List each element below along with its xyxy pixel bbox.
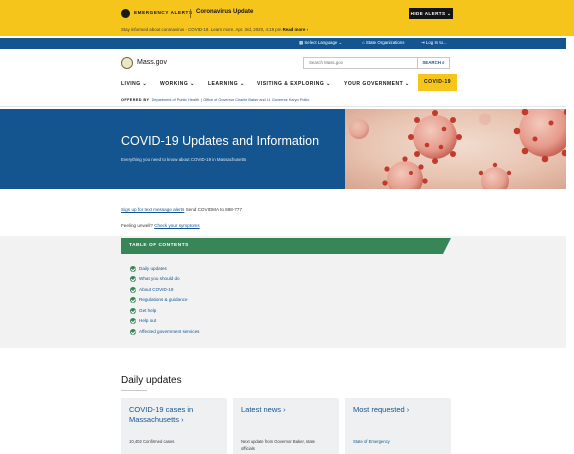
language-select-label: Select Language ⌄ — [304, 40, 343, 45]
toc-item-label: Daily updates — [139, 266, 167, 271]
toc-item-label: What you should do — [139, 276, 180, 281]
login-link[interactable]: ⇥ Log In to... — [421, 40, 447, 46]
utility-nav: ▦ Select Language ⌄ ⌂ State Organization… — [0, 38, 574, 49]
toc-item-label: Help out — [139, 318, 157, 323]
check-circle-icon — [130, 266, 136, 272]
card-meta: 10,402 Confirmed cases — [129, 439, 175, 444]
daily-updates-heading: Daily updates — [121, 375, 182, 386]
offered-by: OFFERED BY Department of Public Health |… — [121, 98, 310, 102]
most-requested-card[interactable]: Most requested › State of Emergency — [345, 398, 451, 454]
toc-item-label: Affected government services — [139, 329, 200, 334]
search-icon: ⌕ — [442, 60, 445, 65]
search-button[interactable]: SEARCH ⌕ — [418, 57, 450, 69]
card-meta: Next update from Governor Baker, state o… — [241, 439, 316, 451]
toc-item-label: About COVID-19 — [139, 287, 174, 292]
toc-item-label: Get help — [139, 308, 157, 313]
language-select[interactable]: ▦ Select Language ⌄ — [299, 40, 342, 46]
check-circle-icon — [130, 287, 136, 293]
hero-banner: COVID-19 Updates and Information Everyth… — [0, 109, 574, 189]
nav-covid-19[interactable]: COVID-19 — [418, 74, 457, 91]
offered-by-label: OFFERED BY — [121, 98, 150, 102]
toc-heading: TABLE OF CONTENTS — [129, 243, 189, 248]
card-title[interactable]: Most requested › — [353, 405, 409, 415]
table-of-contents: TABLE OF CONTENTS Daily updates What you… — [0, 236, 574, 348]
nav-living[interactable]: LIVING ⌄ — [121, 81, 147, 87]
state-organizations-link[interactable]: ⌂ State Organizations — [362, 40, 404, 45]
card-title[interactable]: COVID-19 cases in Massachusetts › — [129, 405, 219, 425]
emergency-alerts-label: EMERGENCY ALERTS — [134, 10, 193, 15]
page-title: COVID-19 Updates and Information — [121, 134, 320, 148]
text-alert-line: Sign up for text message alerts Send COV… — [121, 207, 242, 212]
state-organizations-label: State Organizations — [365, 40, 405, 45]
check-circle-icon — [130, 329, 136, 335]
emergency-alert-bar: EMERGENCY ALERTS Coronavirus Update HIDE… — [0, 0, 574, 36]
toc-item-label: Regulations & guidance — [139, 297, 188, 302]
header-divider — [0, 106, 574, 107]
alert-detail: Stay informed about coronavirus - COVID-… — [121, 27, 308, 32]
check-circle-icon — [130, 318, 136, 324]
page-edge — [566, 36, 574, 454]
nav-learning[interactable]: LEARNING ⌄ — [208, 81, 245, 87]
heading-underline — [121, 390, 147, 391]
coronavirus-image — [345, 109, 574, 189]
read-more-link[interactable]: Read more › — [283, 27, 308, 32]
card-title[interactable]: Latest news › — [241, 405, 286, 415]
alert-detail-text: Stay informed about coronavirus - COVID-… — [121, 27, 235, 32]
mass-seal-icon[interactable] — [121, 57, 133, 69]
search-input[interactable]: Search Mass.gov — [303, 57, 418, 69]
check-circle-icon — [130, 297, 136, 303]
site-header: Mass.gov Search Mass.gov SEARCH ⌕ LIVING… — [0, 49, 574, 97]
emergency-alert-title[interactable]: Coronavirus Update — [196, 9, 253, 15]
nav-visiting-exploring[interactable]: VISITING & EXPLORING ⌄ — [257, 81, 331, 87]
nav-your-government[interactable]: YOUR GOVERNMENT ⌄ — [344, 81, 410, 87]
alert-icon — [121, 9, 130, 18]
nav-working[interactable]: WORKING ⌄ — [160, 81, 195, 87]
alert-divider — [190, 9, 191, 18]
search-button-label: SEARCH — [422, 60, 441, 65]
cases-card[interactable]: COVID-19 cases in Massachusetts › 10,402… — [121, 398, 227, 454]
text-alerts-link[interactable]: Sign up for text message alerts — [121, 207, 184, 212]
offered-by-dph-link[interactable]: Department of Public Health — [152, 98, 200, 102]
state-of-emergency-link[interactable]: State of Emergency — [353, 438, 390, 445]
check-symptoms-link[interactable]: Check your symptoms — [154, 223, 199, 228]
site-logo-text[interactable]: Mass.gov — [137, 59, 167, 66]
alert-detail-time: Apr. 3rd, 2020, 4:19 pm — [235, 27, 282, 32]
check-circle-icon — [130, 276, 136, 282]
offered-by-governor-link[interactable]: Office of Governor Charlie Baker and Lt.… — [203, 98, 309, 102]
login-label: Log In to... — [425, 40, 447, 45]
text-alerts-instruction: Send COVIDMA to 888-777 — [185, 207, 243, 212]
symptoms-line: Feeling unwell? Check your symptoms — [121, 223, 200, 228]
hide-alerts-button[interactable]: HIDE ALERTS ⌄ — [409, 8, 453, 19]
page-subtitle: Everything you need to know about COVID-… — [121, 157, 247, 162]
feeling-unwell-text: Feeling unwell? — [121, 223, 153, 228]
check-circle-icon — [130, 308, 136, 314]
latest-news-card[interactable]: Latest news › Next update from Governor … — [233, 398, 339, 454]
